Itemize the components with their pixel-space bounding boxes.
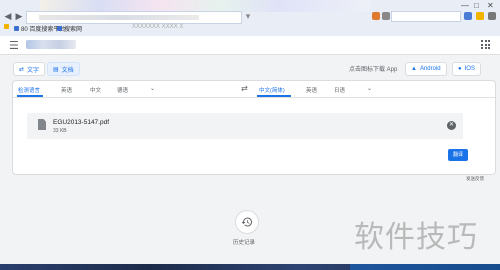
ios-button[interactable]: ● IOS (452, 62, 481, 76)
settings-icon[interactable] (488, 12, 496, 20)
maximize-icon[interactable]: □ (474, 1, 479, 10)
close-icon[interactable]: ✕ (447, 121, 456, 130)
android-button[interactable]: ▲ Android (405, 62, 447, 76)
translate-button[interactable]: 翻译 (448, 149, 468, 161)
tab-source-lang[interactable]: 英语 (61, 86, 72, 94)
language-bar: 检测语言 英语 中文 德语 ⌄ ⇄ 中文(简体) 英语 日语 ⌄ (13, 81, 495, 98)
taskbar-highlight (350, 264, 500, 270)
translation-card: 检测语言 英语 中文 德语 ⌄ ⇄ 中文(简体) 英语 日语 ⌄ EGU2013… (12, 80, 496, 175)
file-name: EGU2013-5147.pdf (53, 119, 110, 126)
site-icon (14, 26, 19, 31)
chevron-down-icon[interactable]: ⌄ (150, 85, 155, 92)
taskbar (0, 264, 500, 270)
apps-grid-icon[interactable] (481, 40, 490, 49)
file-icon (38, 119, 46, 130)
tab-target-lang[interactable]: 英语 (306, 86, 317, 94)
document-mode-button[interactable]: ▤ 文档 (47, 62, 80, 76)
favorite-item[interactable]: XXXXXXX XXXX X (132, 24, 183, 30)
page-header: ☰ (0, 36, 500, 55)
text-mode-button[interactable]: ⇄ 文字 (13, 62, 46, 76)
back-icon[interactable]: ◀ (3, 11, 13, 21)
home-icon[interactable] (464, 12, 472, 20)
favorites-star-icon[interactable] (4, 24, 9, 29)
apple-icon: ● (458, 66, 462, 72)
site-icon (57, 26, 62, 31)
feedback-link[interactable]: 发送反馈 (466, 176, 484, 182)
history-label: 历史记录 (233, 240, 256, 246)
active-tab-indicator (257, 95, 291, 97)
tab-source-lang[interactable]: 中文 (90, 86, 101, 94)
tab-target-lang[interactable]: 中文(简体) (259, 86, 285, 94)
dropdown-icon[interactable]: ▾ (243, 11, 253, 21)
tab-source-lang[interactable]: 德语 (117, 86, 128, 94)
refresh-icon[interactable] (382, 12, 390, 20)
history-icon (241, 217, 252, 227)
search-input[interactable] (391, 11, 461, 22)
chevron-down-icon[interactable]: ⌄ (367, 85, 372, 92)
forward-icon[interactable]: ▶ (14, 11, 24, 21)
favorite-item[interactable]: 搜索网 (57, 24, 82, 33)
favorites-bar: 80 百度搜索平台 搜索网 XXXXXXX XXXX X (0, 22, 500, 34)
address-text (39, 15, 199, 20)
history-button[interactable] (235, 210, 259, 234)
android-icon: ▲ (411, 66, 417, 72)
uploaded-file: EGU2013-5147.pdf 33 KB ✕ (27, 113, 463, 139)
swap-languages-icon[interactable]: ⇄ (241, 84, 248, 93)
file-size: 33 KB (53, 128, 67, 134)
translate-icon: ⇄ (19, 66, 25, 73)
watermark: 软件技巧 (354, 220, 478, 255)
hamburger-icon[interactable]: ☰ (9, 39, 19, 52)
browser-chrome: ◀ ▶ ▾ — □ ✕ 80 百度搜索平台 搜索网 XXXXXXX XXXX X (0, 0, 500, 36)
minimize-icon[interactable]: — (461, 1, 469, 10)
star-icon[interactable] (476, 12, 484, 20)
document-icon: ▤ (53, 66, 59, 73)
active-tab-indicator (17, 95, 43, 97)
tab-detect-language[interactable]: 检测语言 (18, 86, 40, 94)
tab-target-lang[interactable]: 日语 (334, 86, 345, 94)
download-app-label: 点击图标下载 App (349, 67, 398, 73)
logo (26, 40, 76, 49)
extension-icon[interactable] (372, 12, 380, 20)
close-window-icon[interactable]: ✕ (487, 1, 494, 10)
